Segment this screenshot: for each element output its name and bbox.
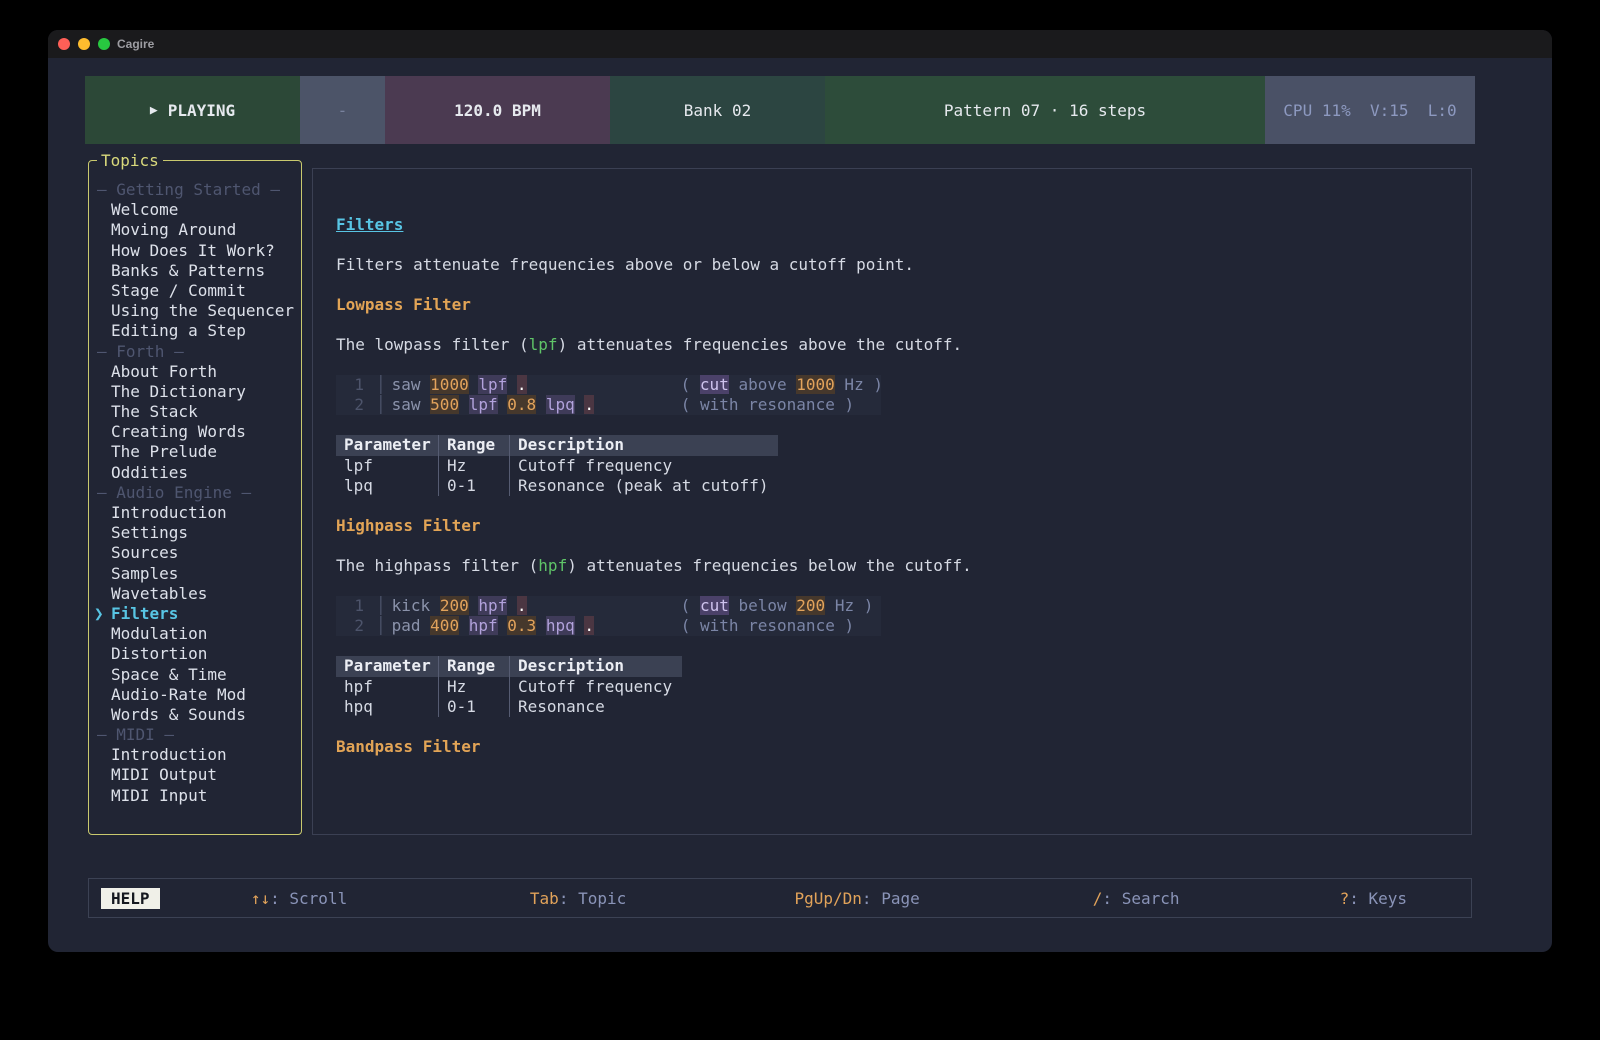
sidebar-item-welcome[interactable]: Welcome <box>89 200 301 220</box>
sidebar-item-the-prelude[interactable]: The Prelude <box>89 442 301 462</box>
table-header-cell: Parameter <box>336 435 438 456</box>
title-bar: Cagire <box>48 30 1552 58</box>
code-line: 1│kick 200 hpf . ( cut below 200 Hz ) <box>336 596 881 616</box>
sidebar-item-distortion[interactable]: Distortion <box>89 644 301 664</box>
sidebar-item-introduction[interactable]: Introduction <box>89 503 301 523</box>
zoom-window-button[interactable] <box>98 38 110 50</box>
sidebar-title: Topics <box>97 151 163 170</box>
table-cell: Cutoff frequency <box>509 677 682 697</box>
lowpass-parameter-table: ParameterRangeDescriptionlpfHzCutoff fre… <box>336 435 778 496</box>
table-cell: Hz <box>438 456 509 476</box>
lowpass-code-example: 1│saw 1000 lpf . ( cut above 1000 Hz )2│… <box>336 375 881 415</box>
sidebar-item-oddities[interactable]: Oddities <box>89 463 301 483</box>
sidebar-item-space-time[interactable]: Space & Time <box>89 665 301 685</box>
close-window-button[interactable] <box>58 38 70 50</box>
code-line: 2│pad 400 hpf 0.3 hpq . ( with resonance… <box>336 616 881 636</box>
minimize-window-button[interactable] <box>78 38 90 50</box>
sidebar-item-sources[interactable]: Sources <box>89 543 301 563</box>
table-row: lpq0-1Resonance (peak at cutoff) <box>336 476 778 496</box>
sidebar-item-the-dictionary[interactable]: The Dictionary <box>89 382 301 402</box>
footer-hint-scroll: ↑↓: Scroll <box>160 889 439 908</box>
table-cell: lpf <box>336 456 438 476</box>
code-line: 2│saw 500 lpf 0.8 lpq . ( with resonance… <box>336 395 881 415</box>
highpass-heading: Highpass Filter <box>336 516 1471 536</box>
selected-arrow-icon: ❯ <box>94 604 104 624</box>
sidebar-section-header: — MIDI — <box>89 725 301 745</box>
table-header-cell: Range <box>438 435 509 456</box>
topics-sidebar: Topics — Getting Started —WelcomeMoving … <box>88 160 302 835</box>
sidebar-item-about-forth[interactable]: About Forth <box>89 362 301 382</box>
table-header-cell: Parameter <box>336 656 438 677</box>
status-empty-segment: - <box>300 76 385 144</box>
table-cell: hpf <box>336 677 438 697</box>
code-line: 1│saw 1000 lpf . ( cut above 1000 Hz ) <box>336 375 881 395</box>
sidebar-item-editing-a-step[interactable]: Editing a Step <box>89 321 301 341</box>
sidebar-item-stage-commit[interactable]: Stage / Commit <box>89 281 301 301</box>
sidebar-item-moving-around[interactable]: Moving Around <box>89 220 301 240</box>
sidebar-item-introduction[interactable]: Introduction <box>89 745 301 765</box>
bpm-indicator: 120.0 BPM <box>385 76 610 144</box>
sidebar-item-creating-words[interactable]: Creating Words <box>89 422 301 442</box>
bandpass-heading: Bandpass Filter <box>336 737 1471 757</box>
table-cell: Resonance (peak at cutoff) <box>509 476 778 496</box>
sidebar-item-filters[interactable]: ❯Filters <box>89 604 301 624</box>
footer-hint-topic: Tab: Topic <box>439 889 718 908</box>
play-icon: ▶ <box>150 103 158 118</box>
status-bar: ▶ PLAYING - 120.0 BPM Bank 02 Pattern 07… <box>85 76 1475 144</box>
sidebar-item-the-stack[interactable]: The Stack <box>89 402 301 422</box>
bank-indicator: Bank 02 <box>610 76 825 144</box>
table-cell: lpq <box>336 476 438 496</box>
sidebar-item-samples[interactable]: Samples <box>89 564 301 584</box>
sidebar-item-using-the-sequencer[interactable]: Using the Sequencer <box>89 301 301 321</box>
cpu-voices-indicator: CPU 11% V:15 L:0 <box>1265 76 1475 144</box>
transport-status: ▶ PLAYING <box>85 76 300 144</box>
footer-hints: ↑↓: ScrollTab: TopicPgUp/Dn: Page/: Sear… <box>160 889 1471 908</box>
table-cell: Hz <box>438 677 509 697</box>
footer-hint-page: PgUp/Dn: Page <box>718 889 997 908</box>
help-mode-badge: HELP <box>101 888 160 909</box>
app-window: Cagire ▶ PLAYING - 120.0 BPM Bank 02 Pat… <box>48 30 1552 952</box>
highpass-parameter-table: ParameterRangeDescriptionhpfHzCutoff fre… <box>336 656 682 717</box>
table-row: hpq0-1Resonance <box>336 697 682 717</box>
table-header-cell: Description <box>509 435 778 456</box>
table-cell: 0-1 <box>438 476 509 496</box>
page-title: Filters <box>336 215 403 235</box>
sidebar-item-midi-output[interactable]: MIDI Output <box>89 765 301 785</box>
lowpass-paragraph: The lowpass filter (lpf) attenuates freq… <box>336 335 1471 355</box>
sidebar-section-header: — Forth — <box>89 342 301 362</box>
table-cell: Cutoff frequency <box>509 456 778 476</box>
sidebar-item-banks-patterns[interactable]: Banks & Patterns <box>89 261 301 281</box>
transport-label: PLAYING <box>168 101 235 120</box>
table-cell: hpq <box>336 697 438 717</box>
table-cell: 0-1 <box>438 697 509 717</box>
help-content-panel[interactable]: Filters Filters attenuate frequencies ab… <box>312 168 1472 835</box>
keybinding-footer: HELP ↑↓: ScrollTab: TopicPgUp/Dn: Page/:… <box>88 878 1472 918</box>
table-header-cell: Description <box>509 656 682 677</box>
highpass-code-example: 1│kick 200 hpf . ( cut below 200 Hz )2│p… <box>336 596 881 636</box>
table-header-cell: Range <box>438 656 509 677</box>
pattern-indicator: Pattern 07 · 16 steps <box>825 76 1265 144</box>
topics-list: — Getting Started —WelcomeMoving AroundH… <box>89 161 301 806</box>
sidebar-item-modulation[interactable]: Modulation <box>89 624 301 644</box>
lowpass-heading: Lowpass Filter <box>336 295 1471 315</box>
sidebar-item-audio-rate-mod[interactable]: Audio-Rate Mod <box>89 685 301 705</box>
sidebar-item-midi-input[interactable]: MIDI Input <box>89 786 301 806</box>
footer-hint-search: /: Search <box>997 889 1276 908</box>
sidebar-item-settings[interactable]: Settings <box>89 523 301 543</box>
sidebar-item-wavetables[interactable]: Wavetables <box>89 584 301 604</box>
sidebar-item-words-sounds[interactable]: Words & Sounds <box>89 705 301 725</box>
highpass-paragraph: The highpass filter (hpf) attenuates fre… <box>336 556 1471 576</box>
footer-hint-keys: ?: Keys <box>1276 889 1471 908</box>
table-row: lpfHzCutoff frequency <box>336 456 778 476</box>
sidebar-section-header: — Audio Engine — <box>89 483 301 503</box>
table-row: hpfHzCutoff frequency <box>336 677 682 697</box>
sidebar-section-header: — Getting Started — <box>89 180 301 200</box>
intro-paragraph: Filters attenuate frequencies above or b… <box>336 255 1471 275</box>
table-cell: Resonance <box>509 697 682 717</box>
sidebar-item-how-does-it-work-[interactable]: How Does It Work? <box>89 241 301 261</box>
window-title: Cagire <box>117 37 154 51</box>
